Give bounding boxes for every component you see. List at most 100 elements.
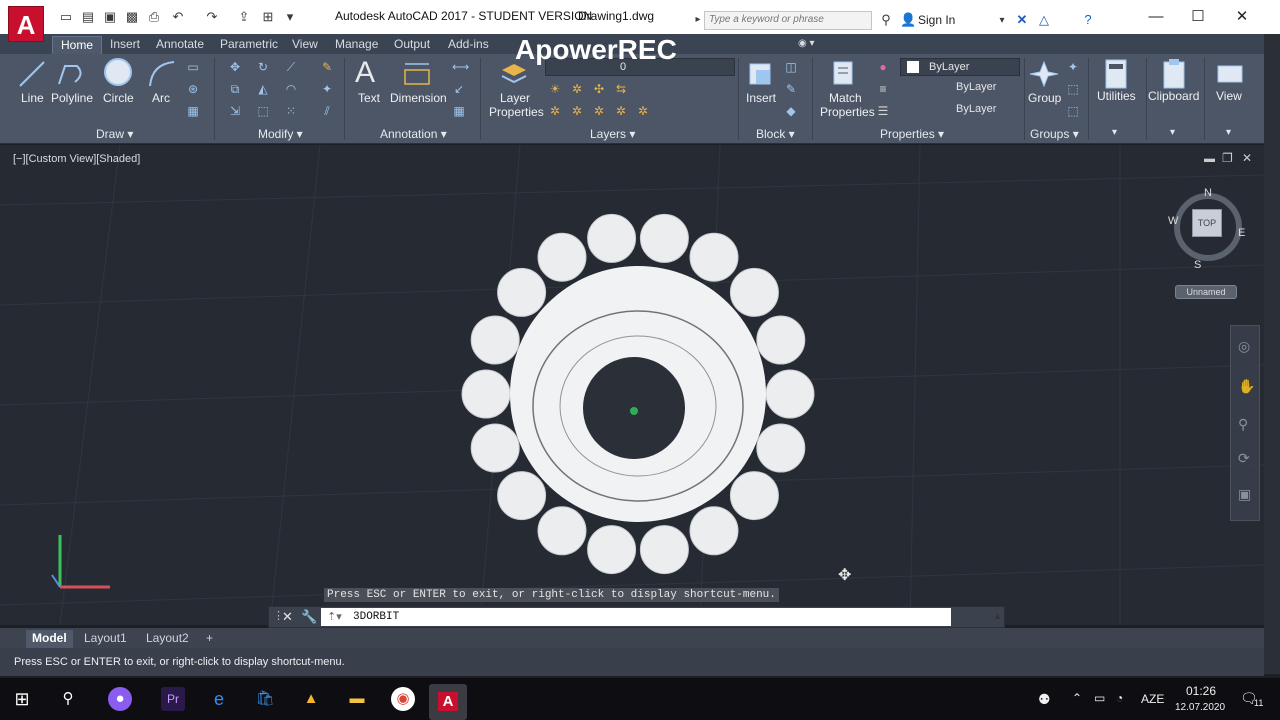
fillet-icon[interactable]: ◠ xyxy=(284,82,298,96)
layer-walk-icon[interactable]: ✲ xyxy=(636,104,650,118)
polyline-icon[interactable] xyxy=(55,58,87,90)
circle-icon[interactable] xyxy=(102,56,134,88)
table-icon[interactable]: ▦ xyxy=(452,104,466,118)
lineweight-icon[interactable]: ☰ xyxy=(876,104,890,118)
tab-annotate[interactable]: Annotate xyxy=(148,36,212,54)
layer-unisolate-icon[interactable]: ✲ xyxy=(570,104,584,118)
stretch-icon[interactable]: ⇲ xyxy=(228,104,242,118)
match-properties-label[interactable]: Match xyxy=(829,91,862,105)
command-history-arrow-icon[interactable]: ▲ xyxy=(993,611,1002,621)
dimension-icon[interactable] xyxy=(401,58,433,90)
clock-time[interactable]: 01:26 xyxy=(1186,684,1216,698)
layer-off-icon[interactable]: ✲ xyxy=(592,104,606,118)
clock-date[interactable]: 12.07.2020 xyxy=(1175,702,1225,713)
premiere-icon[interactable]: Pr xyxy=(161,687,185,711)
sign-in-dropdown-icon[interactable]: ▾ xyxy=(994,13,1010,29)
region-icon[interactable]: ▦ xyxy=(186,104,200,118)
hatch-icon[interactable]: ⊛ xyxy=(186,82,200,96)
compass-west[interactable]: W xyxy=(1168,215,1178,227)
layer-properties-label-2[interactable]: Properties xyxy=(489,105,544,119)
utilities-icon[interactable] xyxy=(1100,58,1132,90)
tab-add-ins[interactable]: Add-ins xyxy=(440,36,497,54)
linear-dim-icon[interactable]: ⟷ xyxy=(452,60,469,74)
exchange-icon[interactable]: ✕ xyxy=(1014,12,1030,28)
windows-start-icon[interactable]: ⊞ xyxy=(10,687,34,711)
tray-expand-icon[interactable]: ⌃ xyxy=(1072,691,1082,705)
save-as-icon[interactable]: ▩ xyxy=(124,9,140,25)
view-dropdown-icon[interactable]: ▾ xyxy=(1226,127,1231,138)
circle-label[interactable]: Circle xyxy=(103,91,134,105)
command-input[interactable]: 3DORBIT xyxy=(321,608,951,626)
layer-match-icon[interactable]: ⇆ xyxy=(614,82,628,96)
text-label[interactable]: Text xyxy=(358,91,380,105)
modify-panel-label[interactable]: DrawModify ▾ xyxy=(258,127,303,141)
rectangle-icon[interactable]: ▭ xyxy=(186,60,200,74)
layer-lock-icon[interactable]: ✣ xyxy=(592,82,606,96)
tab-layout1[interactable]: Layout1 xyxy=(78,630,133,648)
compass-north[interactable]: N xyxy=(1204,187,1212,199)
block-panel-label[interactable]: Block ▾ xyxy=(756,127,795,141)
offset-icon[interactable]: ⫽ xyxy=(320,104,334,118)
tab-parametric[interactable]: Parametric xyxy=(212,36,286,54)
array-icon[interactable]: ⁙ xyxy=(284,104,298,118)
redo-icon[interactable]: ↷ xyxy=(204,9,220,25)
file-explorer-icon[interactable]: ▬ xyxy=(345,687,369,711)
clipboard-icon[interactable] xyxy=(1158,58,1190,90)
viewport-close-icon[interactable]: ✕ xyxy=(1242,151,1252,165)
tab-home[interactable]: Home xyxy=(52,36,103,54)
color-dropdown[interactable]: ByLayer xyxy=(900,58,1020,76)
zoom-icon[interactable]: ⚲ xyxy=(1238,416,1248,433)
view-icon[interactable] xyxy=(1214,58,1246,90)
input-language[interactable]: AZE xyxy=(1141,692,1164,706)
tab-view[interactable]: View xyxy=(284,36,326,54)
ucs-dropdown[interactable]: Unnamed xyxy=(1175,285,1237,299)
edge-icon[interactable]: e xyxy=(207,687,231,711)
tab-manage[interactable]: Manage xyxy=(327,36,386,54)
viewcube[interactable]: TOP N S E W xyxy=(1168,187,1248,271)
a360-icon[interactable]: △ xyxy=(1036,12,1052,28)
ribbon-collapse-icon[interactable]: ◉ ▾ xyxy=(790,36,823,54)
explode-icon[interactable]: ✦ xyxy=(320,82,334,96)
clipboard-dropdown-icon[interactable]: ▾ xyxy=(1170,127,1175,138)
recent-commands-icon[interactable]: ⇡▾ xyxy=(327,610,342,623)
erase-icon[interactable]: ✎ xyxy=(320,60,334,74)
compass-east[interactable]: E xyxy=(1238,227,1245,239)
copy-icon[interactable]: ⧉ xyxy=(228,82,242,96)
people-icon[interactable]: ⚉ xyxy=(1038,691,1051,708)
group-edit-icon[interactable]: ⬚ xyxy=(1066,82,1080,96)
sign-in-button[interactable]: Sign In xyxy=(918,13,955,27)
store-icon[interactable]: 🛍 xyxy=(253,687,277,711)
text-icon[interactable]: A xyxy=(355,56,375,90)
layer-isolate-icon[interactable]: ✲ xyxy=(548,104,562,118)
scale-icon[interactable]: ⬚ xyxy=(256,104,270,118)
undo-icon[interactable]: ↶ xyxy=(170,9,186,25)
save-icon[interactable]: ▣ xyxy=(102,9,118,25)
layer-on-icon[interactable]: ☀ xyxy=(548,82,562,96)
insert-block-icon[interactable] xyxy=(744,58,776,90)
cortana-icon[interactable]: ● xyxy=(108,687,132,711)
layer-properties-label[interactable]: Layer xyxy=(500,91,530,105)
polyline-label[interactable]: Polyline xyxy=(51,91,93,105)
match-properties-icon[interactable] xyxy=(828,58,860,90)
group-label[interactable]: Group xyxy=(1028,91,1061,105)
new-file-icon[interactable]: ▭ xyxy=(58,9,74,25)
pan-icon[interactable]: ✋ xyxy=(1238,378,1255,395)
draw-panel-label[interactable]: Draw ▾ xyxy=(96,127,133,141)
color-wheel-icon[interactable]: ● xyxy=(876,60,890,74)
chrome-icon[interactable]: ◉ xyxy=(391,687,415,711)
command-line-close-icon[interactable]: ✕ xyxy=(282,609,293,625)
minimize-button[interactable]: — xyxy=(1144,8,1168,26)
trim-icon[interactable]: ⟋ xyxy=(284,60,298,74)
network-icon[interactable]: ◔ xyxy=(1116,691,1123,705)
arc-label[interactable]: Arc xyxy=(152,91,170,105)
help-icon[interactable]: ? xyxy=(1080,12,1096,28)
search-icon[interactable]: ⚲ xyxy=(56,687,80,711)
showmotion-icon[interactable]: ▣ xyxy=(1238,486,1251,503)
utilities-dropdown-icon[interactable]: ▾ xyxy=(1112,127,1117,138)
drawing-viewport[interactable]: [−][Custom View][Shaded] ▬ ❐ ✕ TOP N S E… xyxy=(0,145,1264,625)
arc-icon[interactable] xyxy=(146,58,178,90)
autocad-taskbar-button[interactable]: A xyxy=(429,684,467,720)
line-label[interactable]: Line xyxy=(21,91,44,105)
clipboard-label[interactable]: Clipboard xyxy=(1148,89,1199,103)
add-layout-icon[interactable]: + xyxy=(200,630,219,648)
